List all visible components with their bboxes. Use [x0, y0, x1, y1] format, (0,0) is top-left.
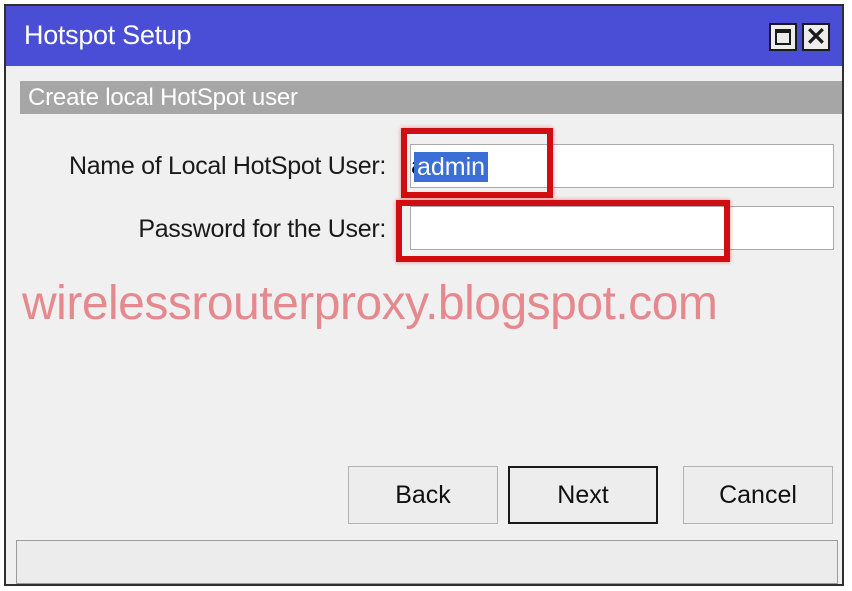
- hotspot-setup-window: Hotspot Setup ✕ Create local HotSpot use…: [4, 4, 844, 586]
- password-highlight-box: [396, 200, 730, 262]
- maximize-icon: [775, 29, 791, 45]
- back-button[interactable]: Back: [348, 466, 498, 524]
- status-bar: [16, 540, 838, 584]
- maximize-button[interactable]: [769, 23, 797, 51]
- user-name-highlight-box: [401, 128, 553, 198]
- window-title: Hotspot Setup: [24, 20, 192, 50]
- password-label: Password for the User:: [138, 215, 386, 243]
- watermark-text: wirelessrouterproxy.blogspot.com: [22, 277, 718, 330]
- close-icon: ✕: [805, 23, 827, 51]
- cancel-button[interactable]: Cancel: [683, 466, 833, 524]
- title-bar[interactable]: Hotspot Setup ✕: [6, 6, 842, 66]
- section-header: Create local HotSpot user: [20, 81, 842, 114]
- next-button[interactable]: Next: [508, 466, 658, 524]
- close-button[interactable]: ✕: [802, 23, 830, 51]
- user-name-label: Name of Local HotSpot User:: [68, 152, 386, 180]
